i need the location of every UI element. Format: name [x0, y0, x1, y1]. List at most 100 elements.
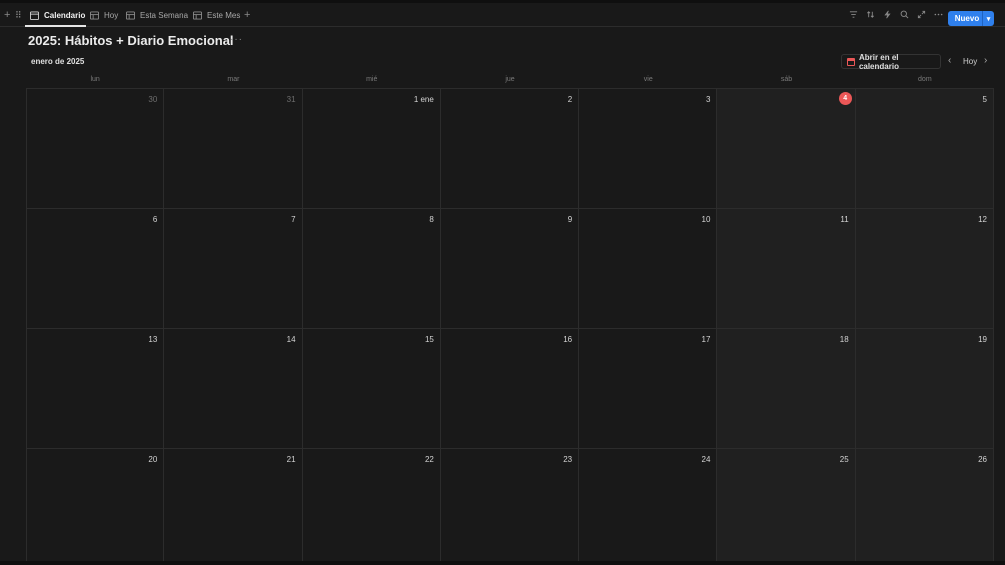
view-toolbar: + ⠿ Calendario Hoy Esta Semana Este Mes …	[0, 3, 1005, 27]
open-in-calendar-button[interactable]: Abrir en el calendario	[841, 52, 941, 71]
day-cell[interactable]: 13	[26, 329, 165, 449]
tab-label: Calendario	[44, 10, 86, 20]
title-more-button[interactable]: ···	[230, 34, 243, 45]
day-cell[interactable]: 1 ene	[302, 89, 441, 209]
bottom-border	[0, 561, 1005, 565]
day-number: 17	[701, 335, 711, 344]
sort-icon[interactable]	[866, 10, 875, 19]
day-number: 26	[978, 455, 987, 464]
weekday-label: jue	[505, 76, 515, 83]
day-number: 15	[424, 335, 434, 344]
day-number: 13	[148, 335, 158, 344]
day-number: 7	[291, 215, 296, 224]
weekday-label: dom	[918, 76, 932, 83]
weekday-label: sáb	[780, 76, 793, 83]
filter-icon[interactable]	[849, 10, 858, 19]
expand-icon[interactable]	[917, 10, 926, 19]
weekday-label: mié	[366, 76, 378, 83]
day-cell[interactable]: 4	[717, 89, 856, 209]
day-cell[interactable]: 6	[26, 209, 165, 329]
calendar-app-icon	[847, 57, 855, 66]
day-number: 30	[148, 95, 158, 104]
day-cell[interactable]: 2	[440, 89, 580, 209]
open-in-calendar-label: Abrir en el calendario	[858, 52, 899, 71]
day-cell[interactable]: 17	[579, 329, 718, 449]
day-number: 25	[839, 455, 849, 464]
calendar-grid: 30 31 1 ene 2 3 4 5 6 7 8 9 10 11 12 13 14 15 16 17 18 19 20 2…	[26, 88, 994, 565]
day-number: 3	[705, 95, 711, 104]
tab-calendario[interactable]: Calendario	[30, 7, 85, 23]
add-view-button[interactable]: +	[244, 9, 250, 21]
day-cell[interactable]: 19	[855, 329, 994, 449]
day-cell[interactable]: 21	[164, 449, 303, 565]
day-number: 10	[701, 215, 711, 224]
day-cell[interactable]: 20	[26, 449, 165, 565]
day-number: 1 ene	[413, 95, 434, 104]
day-cell[interactable]: 9	[440, 209, 580, 329]
day-cell[interactable]: 30	[26, 89, 165, 209]
day-number: 5	[982, 95, 987, 104]
day-number: 8	[429, 215, 434, 224]
tab-label: Esta Semana	[140, 10, 189, 20]
day-number: 18	[839, 335, 849, 344]
day-number: 11	[840, 215, 849, 224]
more-icon[interactable]	[934, 10, 943, 19]
today-button[interactable]: Hoy	[963, 57, 977, 66]
weekday-header: lun mar mié jue vie sáb dom	[26, 76, 994, 86]
day-cell[interactable]: 16	[440, 329, 580, 449]
page-title: 2025: Hábitos + Diario Emocional	[28, 33, 234, 48]
view-actions	[849, 10, 943, 19]
day-number: 14	[286, 335, 296, 344]
day-number: 31	[286, 95, 296, 104]
plus-icon[interactable]: +	[4, 9, 10, 21]
active-tab-indicator	[25, 25, 86, 27]
day-cell[interactable]: 10	[579, 209, 718, 329]
table-icon	[193, 10, 202, 20]
day-cell[interactable]: 26	[855, 449, 994, 565]
day-cell[interactable]: 25	[717, 449, 856, 565]
day-number: 9	[567, 215, 573, 224]
weekday-label: vie	[643, 76, 653, 83]
day-cell[interactable]: 18	[717, 329, 856, 449]
search-icon[interactable]	[900, 10, 909, 19]
day-cell[interactable]: 11	[717, 209, 856, 329]
day-cell[interactable]: 5	[855, 89, 994, 209]
day-cell[interactable]: 23	[441, 449, 580, 565]
tab-este-mes[interactable]: Este Mes	[193, 7, 240, 23]
new-button-label: Nuevo	[954, 14, 980, 23]
day-cell[interactable]: 24	[579, 449, 718, 565]
day-number: 23	[563, 455, 573, 464]
day-number: 21	[286, 455, 296, 464]
day-cell[interactable]: 12	[855, 209, 994, 329]
tab-esta-semana[interactable]: Esta Semana	[126, 7, 188, 23]
day-number: 24	[701, 455, 711, 464]
day-number: 12	[978, 215, 987, 224]
day-cell[interactable]: 7	[164, 209, 303, 329]
tab-label: Hoy	[104, 10, 119, 20]
day-cell[interactable]: 8	[302, 209, 441, 329]
new-button[interactable]: Nuevo ▾	[948, 11, 994, 26]
drag-handle-icon[interactable]: ⠿	[15, 9, 22, 21]
day-cell[interactable]: 31	[164, 89, 303, 209]
calendar-icon	[30, 10, 39, 20]
table-icon	[90, 10, 99, 20]
day-cell[interactable]: 14	[164, 329, 303, 449]
lightning-icon[interactable]	[883, 10, 892, 19]
day-number: 16	[563, 335, 573, 344]
chevron-down-icon[interactable]: ▾	[983, 15, 994, 23]
day-cell[interactable]: 15	[302, 329, 441, 449]
tab-label: Este Mes	[207, 10, 241, 20]
day-number: 6	[152, 215, 158, 224]
weekday-label: lun	[90, 76, 100, 83]
chevron-left-icon[interactable]: ‹	[948, 55, 951, 66]
weekday-label: mar	[227, 76, 240, 83]
day-cell[interactable]: 22	[303, 449, 441, 565]
month-label: enero de 2025	[31, 57, 85, 66]
chevron-right-icon[interactable]: ›	[984, 55, 987, 66]
tab-hoy[interactable]: Hoy	[90, 7, 118, 23]
day-number: 19	[978, 335, 987, 344]
day-cell[interactable]: 3	[579, 89, 718, 209]
day-number: 22	[424, 455, 434, 464]
day-number: 2	[567, 95, 573, 104]
table-icon	[126, 10, 135, 20]
